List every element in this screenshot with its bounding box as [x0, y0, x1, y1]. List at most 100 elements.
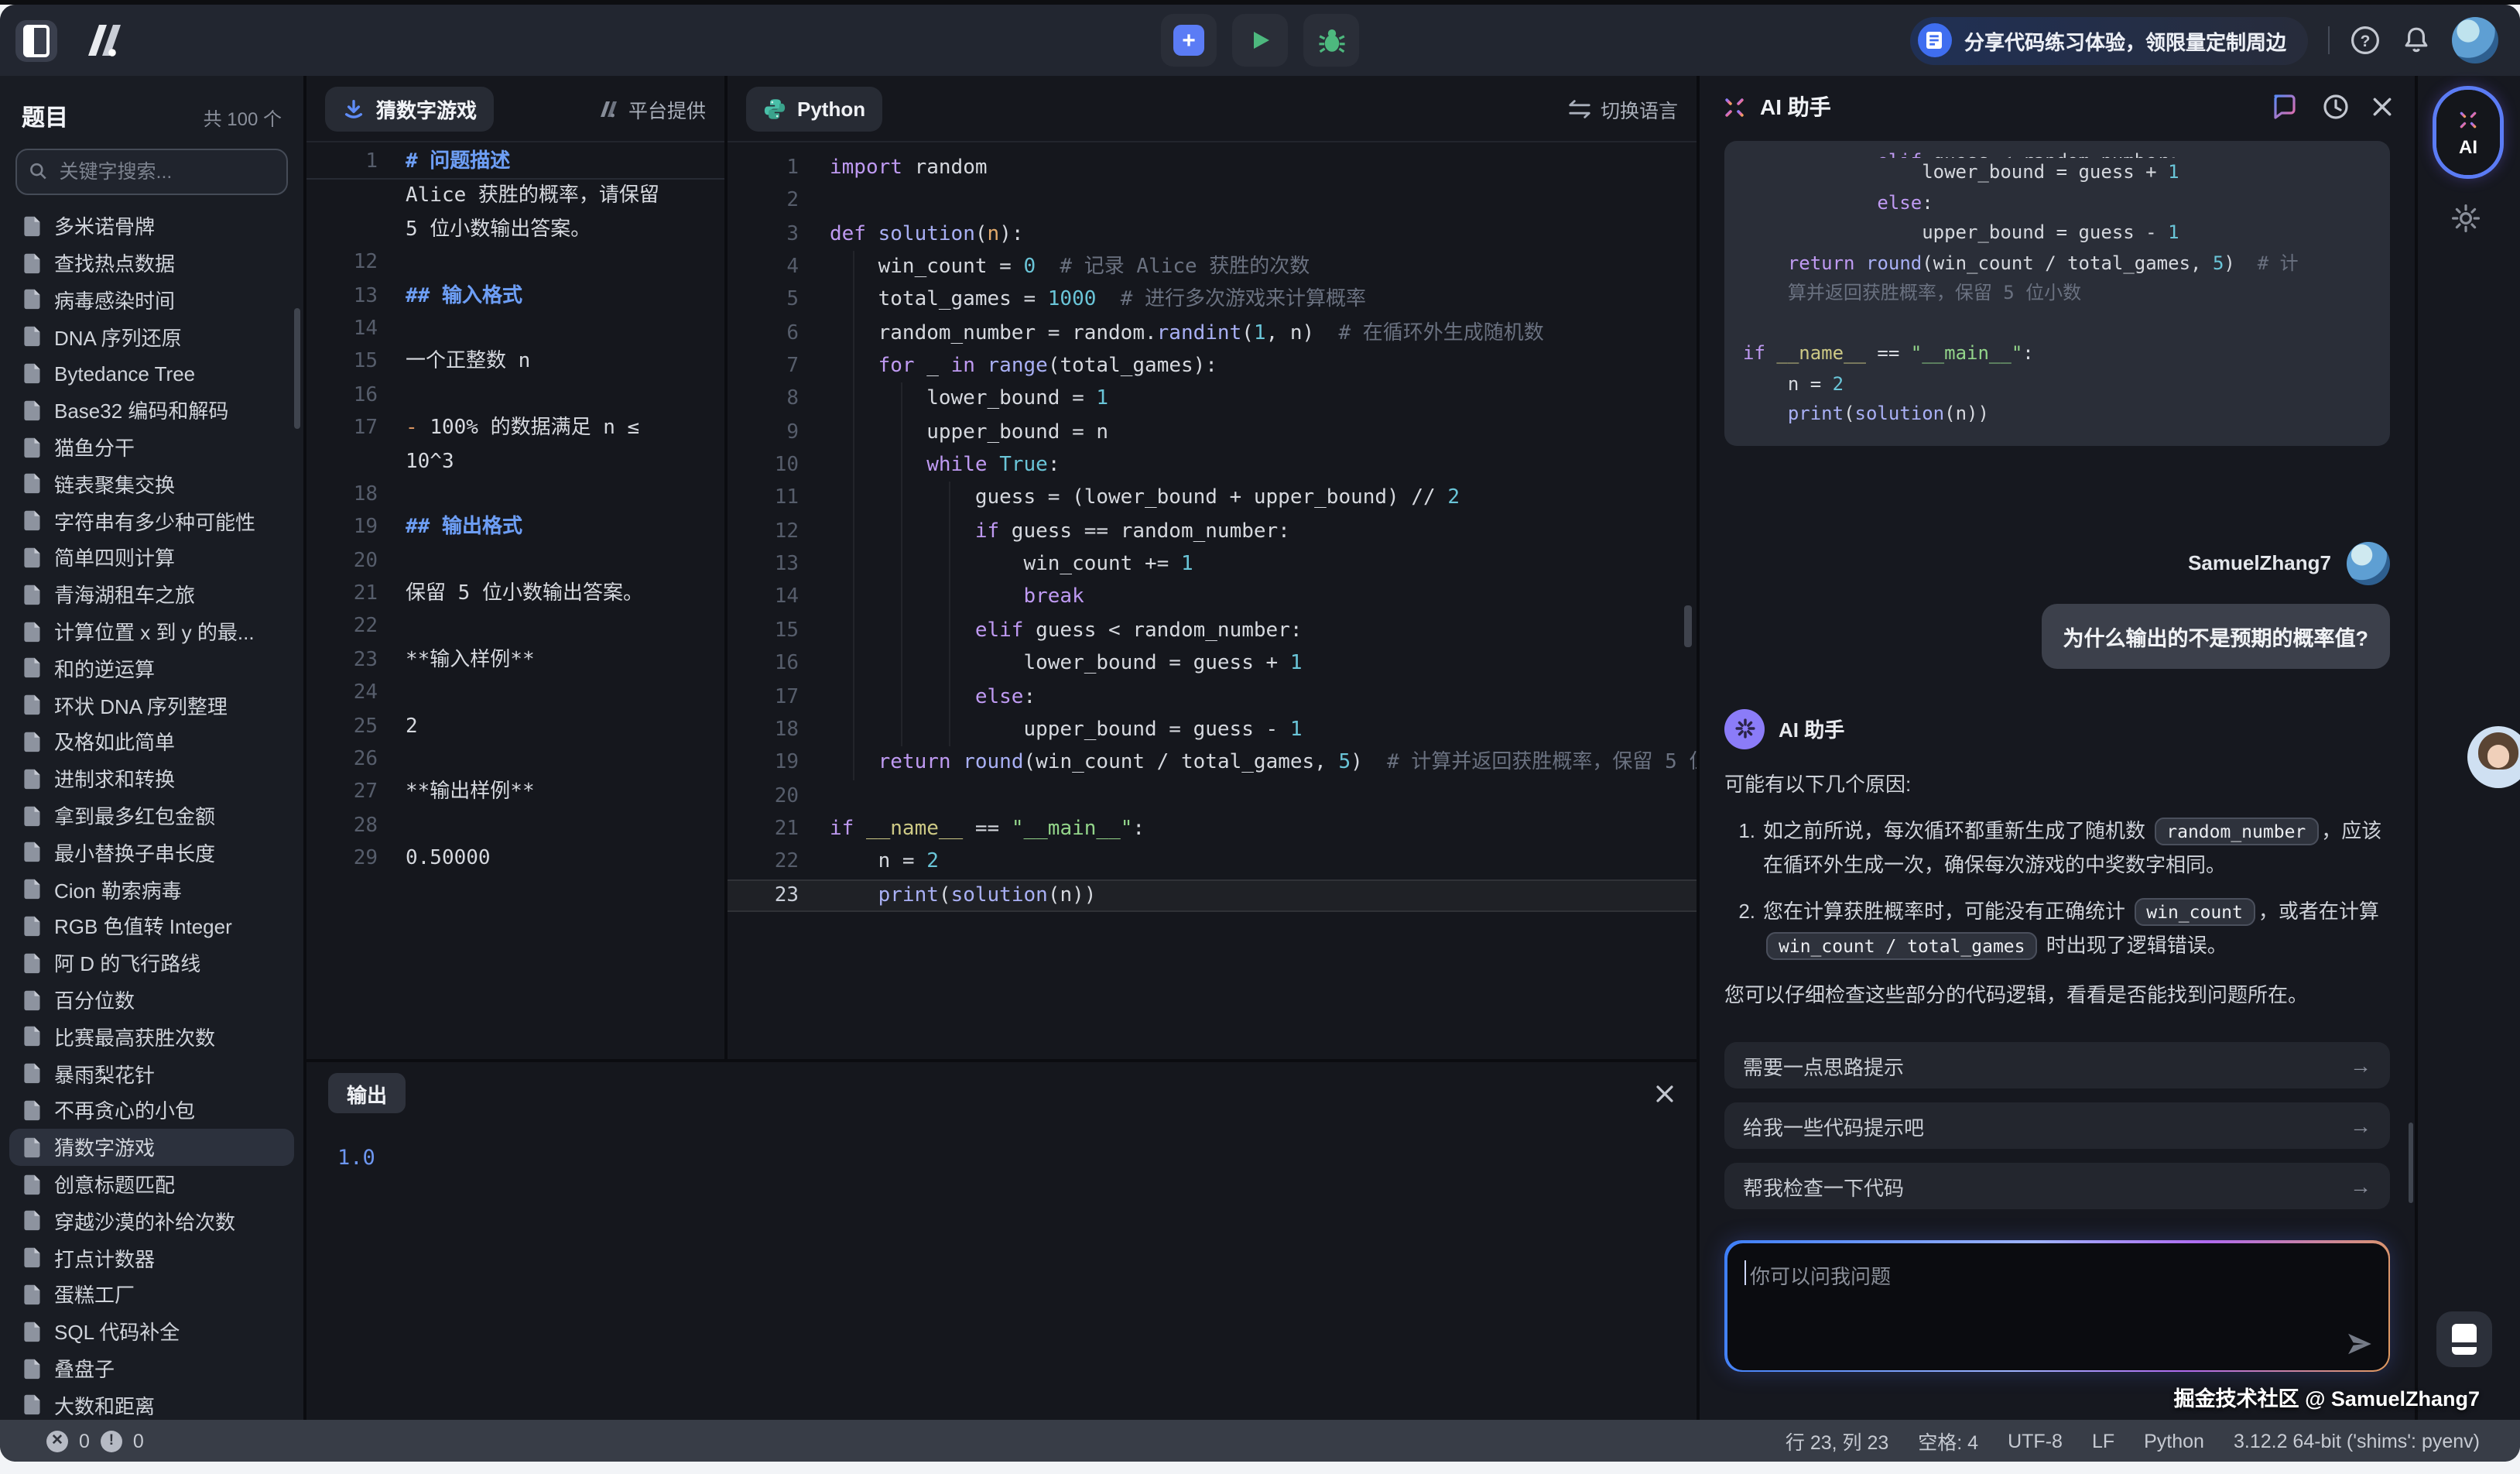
code-line[interactable]: 10 while True: [728, 449, 1697, 482]
sidebar-item[interactable]: 阿 D 的飞行路线 [9, 944, 294, 982]
sidebar-item[interactable]: 猫鱼分干 [9, 428, 294, 465]
assistant-character-avatar[interactable] [2467, 726, 2520, 788]
problem-text: 2 [378, 710, 418, 743]
sidebar-item-label: Cion 勒索病毒 [54, 874, 182, 903]
promo-banner[interactable]: 分享代码练习体验，领限量定制周边 [1910, 16, 2308, 64]
sidebar-item[interactable]: 打点计数器 [9, 1239, 294, 1276]
ai-dock-button[interactable]: AI [2435, 88, 2501, 177]
sidebar-item[interactable]: 字符串有多少种可能性 [9, 502, 294, 540]
panel-layout-toggle-button[interactable] [2436, 1311, 2492, 1367]
help-icon[interactable]: ? [2350, 25, 2381, 56]
code-line[interactable]: 9 upper_bound = n [728, 416, 1697, 450]
code-line[interactable]: 19 return round(win_count / total_games,… [728, 746, 1697, 780]
sidebar-item[interactable]: 蛋糕工厂 [9, 1276, 294, 1313]
suggestion-button[interactable]: 给我一些代码提示吧→ [1724, 1102, 2390, 1149]
line-number: 15 [306, 346, 378, 379]
sidebar-item[interactable]: RGB 色值转 Integer [9, 907, 294, 944]
warnings-icon[interactable]: ! [101, 1430, 122, 1452]
code-line[interactable]: 17 else: [728, 680, 1697, 714]
search-box[interactable] [15, 149, 288, 195]
sidebar-item[interactable]: 百分位数 [9, 981, 294, 1018]
ai-input[interactable]: 你可以问我问题 [1727, 1243, 2388, 1369]
status-item[interactable]: 行 23, 列 23 [1786, 1426, 1888, 1455]
status-item[interactable]: LF [2092, 1430, 2114, 1452]
code-line[interactable]: 22 n = 2 [728, 845, 1697, 879]
output-tab[interactable]: 输出 [328, 1073, 406, 1113]
status-item[interactable]: UTF-8 [2008, 1430, 2063, 1452]
code-line[interactable]: 5 total_games = 1000 # 进行多次游戏来计算概率 [728, 284, 1697, 317]
code-line[interactable]: 13 win_count += 1 [728, 548, 1697, 581]
sidebar-item[interactable]: 链表聚集交换 [9, 465, 294, 502]
suggestion-button[interactable]: 帮我检查一下代码→ [1724, 1163, 2390, 1209]
code-line[interactable]: 2 [728, 185, 1697, 218]
debug-button[interactable] [1303, 14, 1359, 67]
send-button[interactable] [2344, 1329, 2372, 1357]
code-line[interactable]: 3def solution(n): [728, 218, 1697, 251]
language-tab[interactable]: Python [746, 86, 882, 131]
status-item[interactable]: 3.12.2 64-bit ('shims': pyenv) [2234, 1430, 2480, 1452]
sidebar-item[interactable]: SQL 代码补全 [9, 1313, 294, 1350]
new-chat-icon[interactable] [2271, 93, 2300, 121]
switch-language-button[interactable]: 切换语言 [1568, 94, 1678, 123]
sidebar-scrollbar[interactable] [294, 308, 300, 429]
code-line[interactable]: 12 if guess == random_number: [728, 516, 1697, 549]
suggestion-button[interactable]: 需要一点思路提示→ [1724, 1042, 2390, 1088]
code-line[interactable]: 7 for _ in range(total_games): [728, 350, 1697, 383]
code-line[interactable]: 18 upper_bound = guess - 1 [728, 714, 1697, 747]
marscode-logo[interactable] [79, 20, 125, 60]
close-icon[interactable] [2371, 96, 2393, 118]
errors-icon[interactable]: ✕ [46, 1430, 68, 1452]
code-line[interactable]: 23 print(solution(n)) [728, 879, 1697, 912]
sidebar-item[interactable]: 暴雨梨花针 [9, 1055, 294, 1092]
sidebar-item[interactable]: 多米诺骨牌 [9, 207, 294, 245]
editor-scrollbar[interactable] [1684, 605, 1692, 647]
code-line[interactable]: 6 random_number = random.randint(1, n) #… [728, 317, 1697, 350]
sidebar-item[interactable]: 猜数字游戏 [9, 1129, 294, 1166]
code-line[interactable]: 15 elif guess < random_number: [728, 615, 1697, 648]
sidebar-item[interactable]: 创意标题匹配 [9, 1165, 294, 1202]
user-avatar[interactable] [2452, 17, 2498, 63]
sidebar-toggle-button[interactable] [15, 19, 57, 61]
sidebar-item[interactable]: 比赛最高获胜次数 [9, 1018, 294, 1055]
dock-settings-button[interactable] [2450, 203, 2481, 234]
code-line[interactable]: 11 guess = (lower_bound + upper_bound) /… [728, 482, 1697, 516]
sidebar-item[interactable]: 简单四则计算 [9, 539, 294, 576]
history-icon[interactable] [2322, 93, 2350, 121]
sidebar-item[interactable]: Base32 编码和解码 [9, 392, 294, 429]
sidebar-item[interactable]: 不再贪心的小包 [9, 1092, 294, 1129]
sidebar-item[interactable]: 计算位置 x 到 y 的最... [9, 612, 294, 650]
code-line[interactable]: 16 lower_bound = guess + 1 [728, 647, 1697, 680]
sidebar-item[interactable]: 穿越沙漠的补给次数 [9, 1202, 294, 1239]
sidebar-item[interactable]: DNA 序列还原 [9, 318, 294, 355]
sidebar-item[interactable]: 最小替换子串长度 [9, 834, 294, 871]
sidebar-item[interactable]: 查找热点数据 [9, 244, 294, 281]
code-line[interactable]: 20 [728, 780, 1697, 813]
sidebar-item[interactable]: 青海湖租车之旅 [9, 576, 294, 613]
code-line[interactable]: 21if __name__ == "__main__": [728, 813, 1697, 846]
code-lines[interactable]: 1import random23def solution(n):4 win_co… [728, 142, 1697, 1059]
sidebar-item[interactable]: 拿到最多红包金额 [9, 797, 294, 834]
sidebar-item[interactable]: 进制求和转换 [9, 760, 294, 797]
run-button[interactable] [1232, 14, 1288, 67]
sidebar-item[interactable]: Cion 勒索病毒 [9, 871, 294, 908]
code-line[interactable]: 4 win_count = 0 # 记录 Alice 获胜的次数 [728, 251, 1697, 284]
sidebar-item[interactable]: Bytedance Tree [9, 355, 294, 392]
code-line[interactable]: 14 break [728, 581, 1697, 615]
sidebar-item[interactable]: 和的逆运算 [9, 650, 294, 687]
ai-scrollbar[interactable] [2409, 1123, 2413, 1203]
sidebar-item[interactable]: 及格如此简单 [9, 723, 294, 760]
search-input[interactable] [56, 159, 275, 184]
status-item[interactable]: 空格: 4 [1918, 1426, 1978, 1455]
new-file-button[interactable]: + [1161, 14, 1217, 67]
sidebar-item[interactable]: 大数和距离 [9, 1387, 294, 1420]
sidebar-item[interactable]: 病毒感染时间 [9, 281, 294, 318]
problem-tab[interactable]: 猜数字游戏 [325, 86, 494, 131]
output-close-button[interactable] [1655, 1083, 1675, 1103]
status-item[interactable]: Python [2144, 1430, 2204, 1452]
code-line[interactable]: 1import random [728, 152, 1697, 185]
code-line[interactable]: 8 lower_bound = 1 [728, 383, 1697, 416]
sidebar-item[interactable]: 环状 DNA 序列整理 [9, 687, 294, 724]
sidebar-item[interactable]: 叠盘子 [9, 1349, 294, 1387]
problem-content[interactable]: 1# 问题描述Alice 获胜的概率，请保留5 位小数输出答案。1213## 输… [306, 142, 724, 1059]
notification-bell-icon[interactable] [2401, 25, 2432, 56]
